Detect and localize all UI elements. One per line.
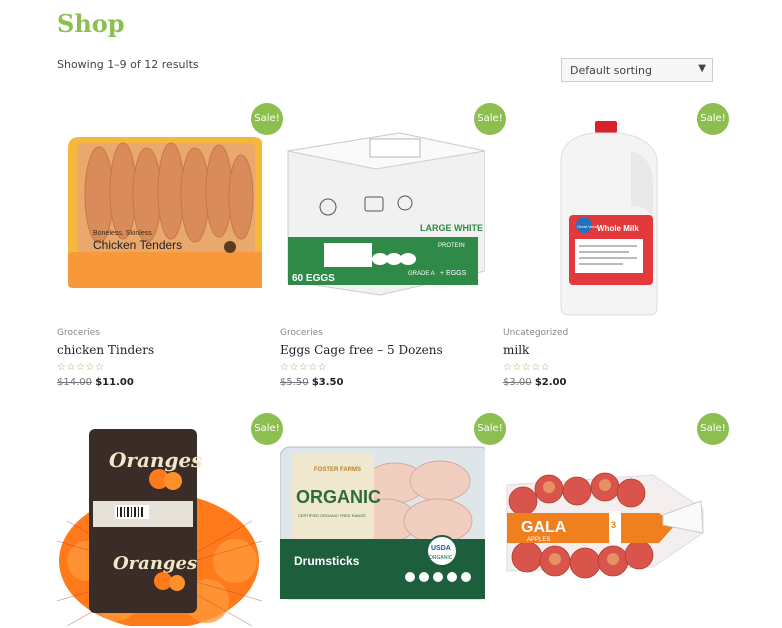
usda-seal-text: USDA: [431, 545, 451, 552]
chicken-drumsticks-tray-image[interactable]: FOSTER FARMS ORGANIC CERTIFIED ORGANIC F…: [280, 421, 485, 626]
sorting-select[interactable]: Default sorting ▼: [561, 58, 713, 82]
gala-count-text: 3: [611, 520, 616, 530]
chicken-tenders-tray-image[interactable]: Boneless, Skinless Chicken Tenders: [57, 111, 262, 316]
sale-price: $11.00: [95, 377, 134, 388]
product-name[interactable]: chicken Tinders: [57, 343, 154, 357]
product-name[interactable]: milk: [503, 343, 529, 357]
eggs-grade-text: GRADE A: [408, 271, 435, 277]
gala-apples-bag-image[interactable]: 3 GALA APPLES: [503, 421, 708, 626]
page-title: Shop: [57, 9, 125, 38]
sale-badge: Sale!: [697, 413, 729, 445]
product-price: $14.00 $11.00: [57, 377, 134, 388]
product-category[interactable]: Groceries: [57, 328, 100, 338]
product-price: $5.50 $3.50: [280, 377, 343, 388]
result-count: Showing 1–9 of 12 results: [57, 58, 199, 71]
product-price: $3.00 $2.00: [503, 377, 566, 388]
milk-gallon-image[interactable]: Great Value Whole Milk: [503, 111, 708, 316]
sale-badge: Sale!: [697, 103, 729, 135]
chevron-down-icon: ▼: [698, 63, 706, 74]
oranges-label-text: Oranges: [109, 448, 202, 472]
chicken-brand-text: Boneless, Skinless: [93, 230, 152, 237]
eggs-large-white-text: LARGE WHITE: [420, 223, 483, 233]
rating-stars: ☆☆☆☆☆: [57, 362, 105, 373]
usda-seal-organic-text: ORGANIC: [429, 555, 453, 561]
product-name[interactable]: Eggs Cage free – 5 Dozens: [280, 343, 443, 357]
rating-stars: ☆☆☆☆☆: [280, 362, 328, 373]
gala-label-text: GALA: [521, 519, 567, 536]
sale-price: $3.50: [311, 377, 344, 388]
drumsticks-brand-text: FOSTER FARMS: [314, 467, 361, 473]
oranges-bag-image[interactable]: Oranges Oranges: [57, 421, 262, 626]
old-price: $5.50: [280, 377, 309, 388]
sale-badge: Sale!: [474, 103, 506, 135]
sale-badge: Sale!: [251, 103, 283, 135]
chicken-tenders-label: Chicken Tenders: [93, 238, 182, 252]
eggs-protein-text: PROTEIN: [438, 243, 465, 249]
drumsticks-organic-text: ORGANIC: [296, 487, 381, 507]
sorting-selected-label: Default sorting: [570, 64, 652, 77]
eggs-plus-text: + EGGS: [440, 270, 467, 277]
milk-brand-text: Great Value: [577, 224, 599, 229]
product-category[interactable]: Uncategorized: [503, 328, 568, 338]
old-price: $3.00: [503, 377, 532, 388]
drumsticks-label-text: Drumsticks: [294, 554, 360, 568]
sale-badge: Sale!: [251, 413, 283, 445]
drumsticks-certified-text: CERTIFIED ORGANIC FREE RANGE: [298, 513, 366, 518]
product-category[interactable]: Groceries: [280, 328, 323, 338]
tray-seal: [224, 241, 236, 253]
milk-label-text: Whole Milk: [597, 224, 639, 233]
oranges-label-text-lower: Oranges: [113, 553, 197, 574]
gala-sub-text: APPLES: [527, 537, 550, 543]
egg-box-image[interactable]: LARGE WHITE PROTEIN 60 EGGS GRADE A + EG…: [280, 111, 485, 316]
rating-stars: ☆☆☆☆☆: [503, 362, 551, 373]
old-price: $14.00: [57, 377, 92, 388]
sale-price: $2.00: [534, 377, 567, 388]
sale-badge: Sale!: [474, 413, 506, 445]
eggs-count-text: 60 EGGS: [292, 273, 335, 284]
